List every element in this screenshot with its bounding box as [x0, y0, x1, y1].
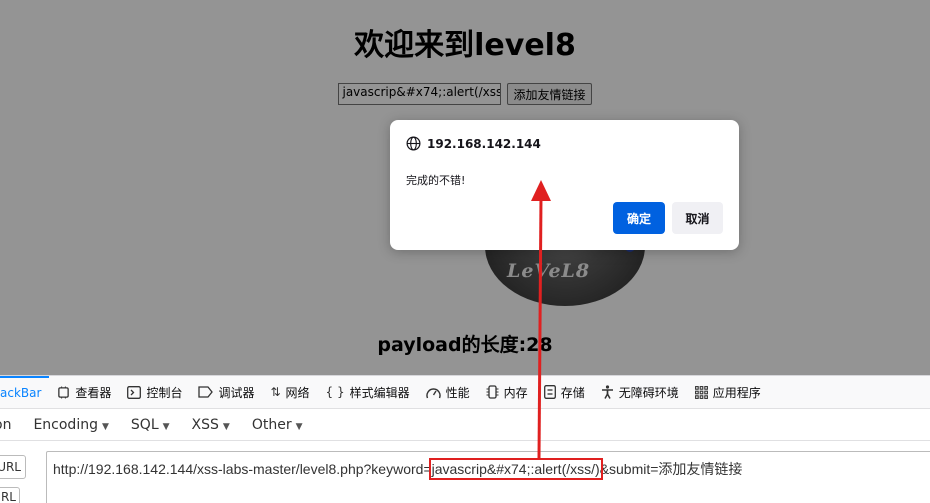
tab-label: 调试器 [218, 385, 255, 400]
caret-down-icon: ▼ [295, 421, 303, 432]
menu-label: XSS [191, 416, 219, 433]
caret-down-icon: ▼ [101, 421, 109, 432]
network-icon: ⇅ [270, 385, 281, 399]
debugger-icon [198, 386, 214, 398]
url-textarea[interactable]: http://192.168.142.144/xss-labs-master/l… [46, 451, 930, 503]
console-icon [127, 385, 142, 399]
url-payload-highlight: javascrip&#x74;:alert(/xss/) [428, 458, 603, 480]
globe-icon [406, 136, 421, 151]
url-prefix: http://192.168.142.144/xss-labs-master/l… [53, 461, 432, 477]
menu-other[interactable]: Other ▼ [241, 417, 314, 433]
tab-label: 查看器 [75, 385, 112, 400]
tab-debugger[interactable]: 调试器 [190, 376, 262, 409]
application-icon [694, 385, 708, 399]
menu-label: SQL [130, 416, 159, 433]
menu-encoding[interactable]: Encoding ▼ [22, 417, 119, 433]
caret-down-icon: ▼ [162, 421, 170, 432]
tab-memory[interactable]: 内存 [478, 376, 536, 409]
dialog-message: 完成的不错! [406, 174, 466, 187]
tab-label: ackBar [0, 386, 42, 400]
performance-icon [425, 387, 441, 398]
menu-label: Encoding [33, 416, 98, 433]
tab-application[interactable]: 应用程序 [687, 376, 769, 409]
dialog-header: 192.168.142.144 [406, 136, 541, 151]
devtools-tabbar: ackBar 查看器 控制台 调试器 ⇅ 网络 { } 样式编辑器 性能 内存 [0, 375, 930, 409]
tab-network[interactable]: ⇅ 网络 [262, 376, 317, 409]
inspector-icon [58, 385, 70, 399]
split-url-button[interactable]: URL [0, 487, 20, 503]
devtools-panel: ackBar 查看器 控制台 调试器 ⇅ 网络 { } 样式编辑器 性能 内存 [0, 375, 930, 503]
memory-icon [486, 385, 499, 399]
tab-label: 无障碍环境 [618, 385, 679, 400]
accessibility-icon [601, 385, 613, 399]
ok-button[interactable]: 确定 [613, 202, 665, 234]
style-editor-icon: { } [325, 385, 345, 399]
tab-performance[interactable]: 性能 [418, 376, 478, 409]
tab-label: 内存 [503, 385, 528, 400]
tab-accessibility[interactable]: 无障碍环境 [593, 376, 687, 409]
tab-hackbar[interactable]: ackBar [0, 375, 50, 409]
tab-label: 控制台 [146, 385, 183, 400]
tab-style-editor[interactable]: { } 样式编辑器 [318, 376, 418, 409]
tab-label: 应用程序 [712, 385, 761, 400]
url-suffix: &submit=添加友情链接 [599, 461, 743, 477]
tab-label: 存储 [560, 385, 585, 400]
menu-label: on [0, 416, 12, 433]
dialog-origin: 192.168.142.144 [427, 136, 541, 151]
tab-label: 网络 [285, 385, 310, 400]
menu-sql[interactable]: SQL ▼ [120, 417, 181, 433]
menu-label: Other [251, 416, 292, 433]
tab-label: 性能 [445, 385, 470, 400]
tab-console[interactable]: 控制台 [119, 376, 190, 409]
menu-xss[interactable]: XSS ▼ [181, 417, 241, 433]
tab-inspector[interactable]: 查看器 [49, 376, 119, 409]
storage-icon [543, 385, 556, 399]
hackbar-menu: on Encoding▼ SQL▼ XSS▼ Other▼ [0, 409, 930, 441]
load-url-button[interactable]: URL [0, 455, 26, 479]
tab-label: 样式编辑器 [349, 385, 410, 400]
alert-dialog: 192.168.142.144 完成的不错! 确定 取消 [390, 120, 739, 250]
tab-storage[interactable]: 存储 [536, 376, 593, 409]
caret-down-icon: ▼ [222, 421, 230, 432]
menu-option[interactable]: on [0, 417, 22, 433]
cancel-button[interactable]: 取消 [672, 202, 723, 234]
